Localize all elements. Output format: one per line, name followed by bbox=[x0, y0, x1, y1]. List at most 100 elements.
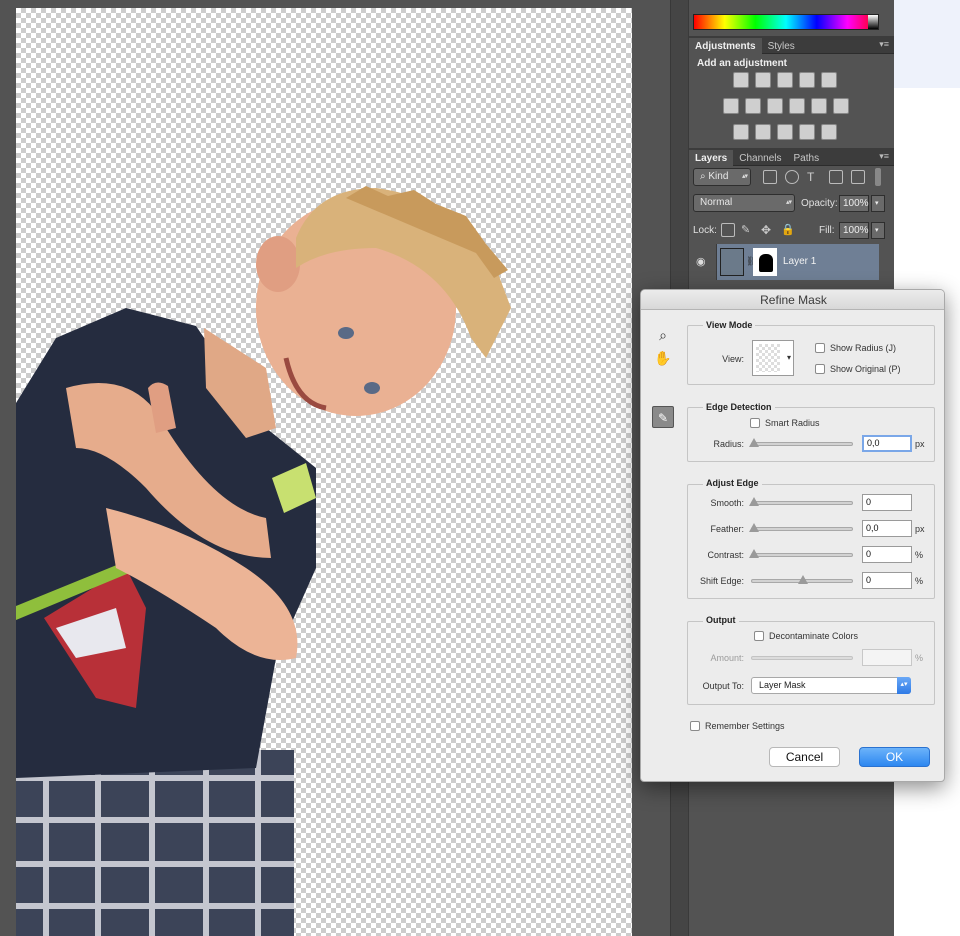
decontaminate-box[interactable] bbox=[754, 631, 764, 641]
tab-paths[interactable]: Paths bbox=[788, 150, 826, 168]
photo-filter-icon[interactable] bbox=[789, 98, 805, 114]
posterize-icon[interactable] bbox=[755, 124, 771, 140]
curves-icon[interactable] bbox=[777, 72, 793, 88]
panel-menu-icon[interactable]: ▾≡ bbox=[879, 39, 889, 50]
adjustments-heading: Add an adjustment bbox=[697, 58, 788, 69]
layer-row-selected[interactable]: ⛓ Layer 1 bbox=[717, 244, 879, 280]
feather-slider[interactable] bbox=[749, 523, 853, 532]
fill-dropdown-button[interactable]: ▾ bbox=[871, 222, 885, 239]
shift-edge-input[interactable]: 0 bbox=[862, 572, 912, 589]
layer-mask-thumbnail[interactable] bbox=[753, 248, 777, 276]
radius-slider-thumb[interactable] bbox=[749, 438, 759, 447]
contrast-label: Contrast: bbox=[707, 550, 744, 560]
show-radius-checkbox[interactable]: Show Radius (J) bbox=[815, 343, 896, 353]
filter-adjustment-icon[interactable] bbox=[785, 170, 799, 184]
lock-label: Lock: bbox=[693, 225, 717, 236]
refine-radius-tool-icon[interactable]: ✎ bbox=[652, 406, 674, 428]
lock-transparent-icon[interactable] bbox=[721, 223, 735, 237]
filter-pixel-icon[interactable] bbox=[763, 170, 777, 184]
smart-radius-box[interactable] bbox=[750, 418, 760, 428]
adjust-edge-title: Adjust Edge bbox=[703, 478, 762, 488]
exposure-icon[interactable] bbox=[799, 72, 815, 88]
lock-all-icon[interactable]: 🔒 bbox=[781, 223, 795, 237]
invert-icon[interactable] bbox=[733, 124, 749, 140]
photoshop-window: AdjustmentsStyles ▾≡ Add an adjustment bbox=[0, 0, 960, 936]
show-radius-box[interactable] bbox=[815, 343, 825, 353]
show-radius-label: Show Radius (J) bbox=[830, 343, 897, 353]
radius-slider[interactable] bbox=[749, 438, 853, 447]
document-canvas[interactable] bbox=[16, 8, 632, 936]
opacity-dropdown-button[interactable]: ▾ bbox=[871, 195, 885, 212]
channel-mixer-icon[interactable] bbox=[811, 98, 827, 114]
smooth-input[interactable]: 0 bbox=[862, 494, 912, 511]
amount-label: Amount: bbox=[710, 653, 744, 663]
shift-edge-slider-thumb[interactable] bbox=[798, 575, 808, 584]
opacity-input[interactable]: 100% bbox=[839, 195, 869, 212]
hand-tool-icon[interactable]: ✋ bbox=[652, 347, 674, 369]
decontaminate-checkbox[interactable]: Decontaminate Colors bbox=[754, 631, 858, 641]
lock-position-icon[interactable]: ✥ bbox=[761, 223, 775, 237]
filter-smartobject-icon[interactable] bbox=[851, 170, 865, 184]
blend-mode-value: Normal bbox=[700, 197, 733, 208]
smooth-slider-thumb[interactable] bbox=[749, 497, 759, 506]
output-to-select[interactable]: Layer Mask ▴▾ bbox=[751, 677, 911, 694]
vibrance-icon[interactable] bbox=[821, 72, 837, 88]
remember-settings-checkbox[interactable]: Remember Settings bbox=[690, 721, 785, 731]
contrast-slider[interactable] bbox=[749, 549, 853, 558]
layer-thumbnail[interactable] bbox=[720, 248, 744, 276]
edge-detection-title: Edge Detection bbox=[703, 402, 775, 412]
show-original-box[interactable] bbox=[815, 364, 825, 374]
smart-radius-checkbox[interactable]: Smart Radius bbox=[750, 418, 820, 428]
brightness-icon[interactable] bbox=[733, 72, 749, 88]
show-original-label: Show Original (P) bbox=[830, 364, 901, 374]
feather-label: Feather: bbox=[710, 524, 744, 534]
show-original-checkbox[interactable]: Show Original (P) bbox=[815, 364, 901, 374]
gradient-map-icon[interactable] bbox=[821, 124, 837, 140]
select-arrows-icon: ▴▾ bbox=[897, 677, 911, 694]
shift-edge-slider[interactable] bbox=[751, 575, 853, 584]
radius-input[interactable]: 0,0 bbox=[862, 435, 912, 452]
view-mode-thumbnail bbox=[756, 344, 780, 372]
hue-saturation-icon[interactable] bbox=[723, 98, 739, 114]
eye-icon[interactable]: ◉ bbox=[696, 255, 706, 268]
black-white-icon[interactable] bbox=[767, 98, 783, 114]
decontaminate-label: Decontaminate Colors bbox=[769, 631, 859, 641]
color-balance-icon[interactable] bbox=[745, 98, 761, 114]
view-mode-title: View Mode bbox=[703, 320, 756, 330]
feather-input[interactable]: 0,0 bbox=[862, 520, 912, 537]
ok-button[interactable]: OK bbox=[859, 747, 930, 767]
blend-mode-select[interactable]: Normal bbox=[693, 194, 795, 212]
selective-color-icon[interactable] bbox=[799, 124, 815, 140]
color-lookup-icon[interactable] bbox=[833, 98, 849, 114]
adjustment-row-1 bbox=[733, 72, 837, 88]
fill-input[interactable]: 100% bbox=[839, 222, 869, 239]
color-spectrum-ramp[interactable] bbox=[693, 14, 879, 30]
filter-type-icon[interactable]: T bbox=[807, 170, 821, 184]
shift-edge-label: Shift Edge: bbox=[699, 576, 744, 586]
background-window-header bbox=[894, 0, 960, 88]
filter-shape-icon[interactable] bbox=[829, 170, 843, 184]
layer-filter-select[interactable]: ⌕ Kind bbox=[693, 168, 751, 186]
lock-image-icon[interactable]: ✎ bbox=[741, 223, 755, 237]
tab-channels[interactable]: Channels bbox=[733, 150, 787, 168]
amount-input bbox=[862, 649, 912, 666]
contrast-slider-thumb[interactable] bbox=[749, 549, 759, 558]
layer-filter-value: Kind bbox=[708, 171, 729, 182]
visibility-cell[interactable]: ◉ bbox=[689, 244, 717, 280]
panel-menu-icon[interactable]: ▾≡ bbox=[879, 151, 889, 162]
remember-settings-box[interactable] bbox=[690, 721, 700, 731]
dialog-title: Refine Mask bbox=[641, 290, 944, 310]
view-mode-picker[interactable]: ▾ bbox=[752, 340, 794, 376]
layer-row[interactable]: ◉ ⛓ Layer 1 bbox=[689, 244, 895, 280]
contrast-input[interactable]: 0 bbox=[862, 546, 912, 563]
tab-layers[interactable]: Layers bbox=[689, 150, 734, 168]
adjustments-tabbar: Adjustments Styles ▾≡ bbox=[689, 36, 895, 56]
smooth-slider[interactable] bbox=[749, 497, 853, 506]
feather-slider-thumb[interactable] bbox=[749, 523, 759, 532]
levels-icon[interactable] bbox=[755, 72, 771, 88]
zoom-tool-icon[interactable]: ⌕ bbox=[652, 324, 674, 346]
filter-toggle-switch[interactable] bbox=[875, 168, 881, 186]
layer-name[interactable]: Layer 1 bbox=[783, 256, 816, 267]
threshold-icon[interactable] bbox=[777, 124, 793, 140]
cancel-button[interactable]: Cancel bbox=[769, 747, 840, 767]
